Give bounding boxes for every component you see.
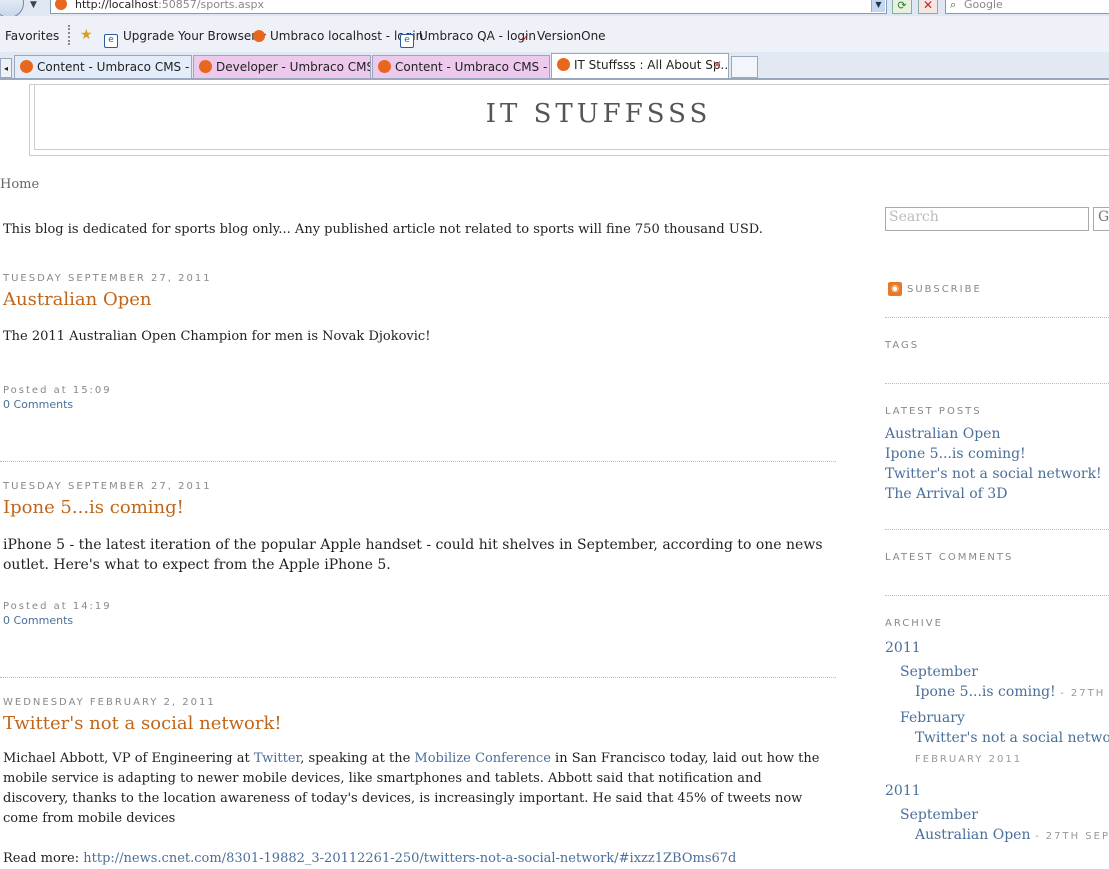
- umbraco-icon: [20, 60, 33, 73]
- address-bar: ▼ http://localhost:50857/sports.aspx ▼ ⟳…: [0, 0, 1109, 18]
- stop-icon[interactable]: ✕: [918, 0, 938, 14]
- post-ipone5: Tuesday September 27, 2011 Ipone 5...is …: [3, 481, 838, 627]
- tab-it-stuffsss[interactable]: IT Stuffsss : All About Sp... ✕: [551, 53, 729, 78]
- fav-upgrade-browser[interactable]: e Upgrade Your Browser ▾: [104, 29, 266, 48]
- subscribe-link[interactable]: SUBSCRIBE: [907, 284, 982, 295]
- ie-page-icon: e: [104, 34, 118, 48]
- latest-posts-heading: LATEST POSTS: [885, 406, 982, 417]
- latest-comments-heading: LATEST COMMENTS: [885, 552, 1014, 563]
- close-tab-icon[interactable]: ✕: [712, 54, 722, 76]
- archive-month-link[interactable]: February: [900, 710, 965, 726]
- fav-umbraco-qa[interactable]: e Umbraco QA - login: [400, 29, 536, 48]
- post-title-link[interactable]: Australian Open: [3, 289, 838, 310]
- post-date: Tuesday September 27, 2011: [3, 273, 212, 284]
- archive-post-date: FEBRUARY 2011: [915, 754, 1023, 765]
- rss-icon[interactable]: ◉: [888, 282, 902, 296]
- url-field[interactable]: http://localhost:50857/sports.aspx ▼: [50, 0, 887, 14]
- post-timestamp: Posted at 15:09: [3, 385, 112, 396]
- twitter-link[interactable]: Twitter: [254, 751, 300, 766]
- blog-intro: This blog is dedicated for sports blog o…: [3, 222, 763, 237]
- post-comments-link[interactable]: 0 Comments: [3, 614, 838, 627]
- mobilize-conference-link[interactable]: Mobilize Conference: [414, 751, 551, 766]
- history-dropdown-icon[interactable]: ▼: [30, 0, 37, 10]
- url-dropdown-icon[interactable]: ▼: [871, 0, 885, 12]
- sidebar-divider: [885, 317, 1109, 318]
- versionone-icon: ✓: [520, 31, 531, 45]
- read-more-link[interactable]: http://news.cnet.com/8301-19882_3-201122…: [83, 851, 736, 866]
- search-placeholder: Google: [964, 0, 1003, 11]
- umbraco-icon: [199, 60, 212, 73]
- tags-heading: TAGS: [885, 340, 920, 351]
- post-twitter: Wednesday February 2, 2011 Twitter's not…: [3, 697, 838, 869]
- archive-post-link[interactable]: Australian Open: [915, 827, 1031, 843]
- latest-post-link[interactable]: Twitter's not a social network!: [885, 466, 1102, 482]
- archive-post-date: - 27TH SEPTEM: [1034, 831, 1109, 842]
- archive-year-link[interactable]: 2011: [885, 640, 921, 656]
- archive-heading: ARCHIVE: [885, 618, 943, 629]
- latest-post-link[interactable]: Australian Open: [885, 426, 1001, 442]
- archive-post-date: - 27TH SEP: [1060, 688, 1109, 699]
- tab-list-dropdown-icon[interactable]: ◂: [0, 58, 12, 78]
- archive-month-link[interactable]: September: [900, 664, 978, 680]
- sidebar-search-input[interactable]: Search: [885, 207, 1089, 231]
- tab-content-1[interactable]: Content - Umbraco CMS - loc...: [14, 55, 192, 78]
- post-date: Wednesday February 2, 2011: [3, 697, 216, 708]
- sidebar-divider: [885, 383, 1109, 384]
- post-timestamp: Posted at 14:19: [3, 601, 112, 612]
- post-title-link[interactable]: Ipone 5...is coming!: [3, 497, 838, 518]
- post-divider: [0, 677, 836, 678]
- new-tab-button[interactable]: [731, 56, 758, 78]
- post-australian-open: Tuesday September 27, 2011 Australian Op…: [3, 273, 838, 411]
- umbraco-icon: [378, 60, 391, 73]
- archive-post-item: Twitter's not a social network! -: [915, 730, 1109, 746]
- post-body: Michael Abbott, VP of Engineering at Twi…: [3, 751, 820, 826]
- archive-month-link[interactable]: September: [900, 807, 978, 823]
- sidebar-divider: [885, 529, 1109, 530]
- tab-content-2[interactable]: Content - Umbraco CMS - loc...: [372, 55, 550, 78]
- archive-post-item: Australian Open - 27TH SEPTEM: [915, 827, 1109, 843]
- post-body: iPhone 5 - the latest iteration of the p…: [3, 537, 823, 573]
- tab-developer[interactable]: Developer - Umbraco CMS - l...: [193, 55, 371, 78]
- ie-page-icon: e: [400, 34, 414, 48]
- post-comments-link[interactable]: 0 Comments: [3, 398, 838, 411]
- post-date: Tuesday September 27, 2011: [3, 481, 212, 492]
- latest-post-link[interactable]: Ipone 5...is coming!: [885, 446, 1026, 462]
- nav-home-link[interactable]: Home: [0, 177, 39, 192]
- add-favorite-star-icon[interactable]: ★: [80, 27, 93, 43]
- fav-versionone[interactable]: ✓ VersionOne: [520, 29, 606, 45]
- sidebar-divider: [885, 595, 1109, 596]
- post-title-link[interactable]: Twitter's not a social network!: [3, 713, 838, 734]
- read-more-line: Read more: http://news.cnet.com/8301-198…: [3, 851, 737, 866]
- latest-post-link[interactable]: The Arrival of 3D: [885, 486, 1007, 502]
- site-favicon-icon: [55, 0, 67, 10]
- archive-post-link[interactable]: Ipone 5...is coming!: [915, 684, 1056, 700]
- post-divider: [0, 461, 836, 462]
- umbraco-icon: [557, 58, 570, 71]
- favorites-divider: [68, 25, 70, 45]
- favorites-bar: Favorites ★ e Upgrade Your Browser ▾ Umbr…: [0, 16, 1109, 52]
- umbraco-icon: [253, 30, 265, 42]
- post-body: The 2011 Australian Open Champion for me…: [3, 329, 431, 344]
- site-title: IT STUFFSSS: [485, 99, 712, 129]
- archive-post-link[interactable]: Twitter's not a social network!: [915, 730, 1109, 746]
- archive-year-link[interactable]: 2011: [885, 783, 921, 799]
- url-text: http://localhost:50857/sports.aspx: [75, 0, 264, 11]
- sidebar-search-button[interactable]: G: [1093, 207, 1109, 231]
- magnifier-icon: ⌕: [950, 0, 957, 11]
- favorites-button[interactable]: Favorites: [5, 29, 59, 43]
- fav-umbraco-localhost[interactable]: Umbraco localhost - login: [253, 29, 423, 43]
- refresh-icon[interactable]: ⟳: [892, 0, 912, 14]
- browser-search-input[interactable]: ⌕ Google: [945, 0, 1109, 14]
- archive-post-item: Ipone 5...is coming! - 27TH SEP: [915, 684, 1109, 700]
- tab-bar: ◂ Content - Umbraco CMS - loc... Develop…: [0, 52, 1109, 80]
